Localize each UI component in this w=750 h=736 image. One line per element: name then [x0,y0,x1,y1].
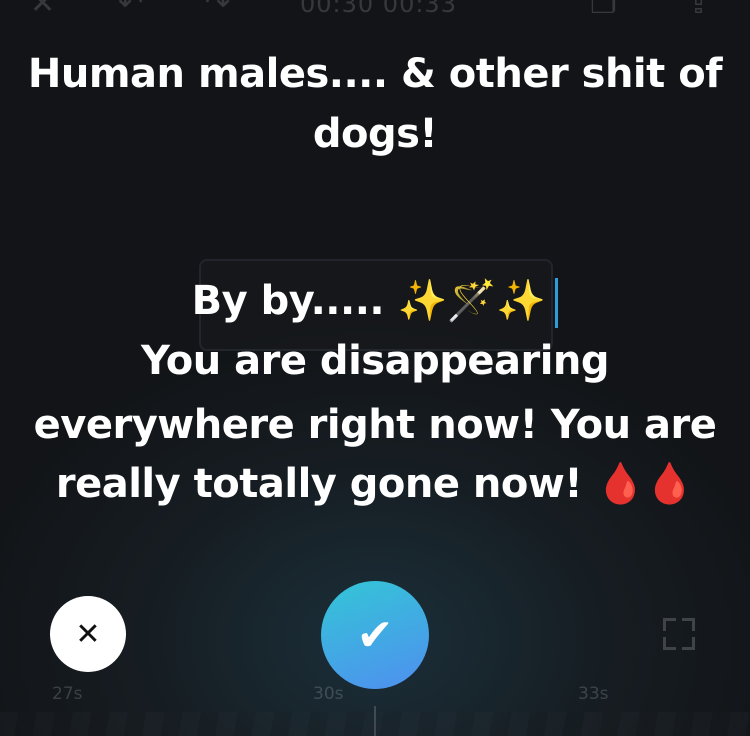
top-toolbar: ✕ ↶ ↷ 00:30 00:33 ❐ ⇪ [0,0,750,26]
overlay-line-4: really totally gone now! 🩸🩸 [55,461,695,507]
check-icon: ✔ [356,609,394,661]
close-icon[interactable]: ✕ [30,0,55,22]
overlay-line-1-text: By by..... ✨🪄✨ [191,278,546,324]
timeline-tick: 33s [578,684,609,704]
timeline-playhead[interactable] [374,706,376,736]
text-caret [555,278,559,328]
undo-icon[interactable]: ↶ [118,0,143,22]
share-icon[interactable]: ⇪ [686,0,711,22]
bookmark-icon[interactable]: ❐ [590,0,617,22]
overlay-line-3: everywhere right now! You are [33,402,717,448]
cancel-button[interactable]: ✕ [50,596,126,672]
fullscreen-icon[interactable] [663,618,695,650]
timeline-tick: 30s [313,684,344,704]
text-editor-screen: ✕ ↶ ↷ 00:30 00:33 ❐ ⇪ Human males.... & … [0,0,750,736]
timeline-tick: 27s [52,684,83,704]
redo-icon[interactable]: ↷ [205,0,230,22]
confirm-button[interactable]: ✔ [321,581,429,689]
overlay-headline: Human males.... & other shit of dogs! [27,51,723,157]
overlay-line-2: You are disappearing [140,338,610,384]
overlay-text-input[interactable]: By by..... ✨🪄✨ You are disappearing ever… [0,272,750,510]
time-display: 00:30 00:33 [300,0,457,18]
close-icon: ✕ [75,616,101,652]
overlay-line-1: By by..... ✨🪄✨ [0,272,750,330]
timeline: 27s 30s 33s [0,682,750,736]
